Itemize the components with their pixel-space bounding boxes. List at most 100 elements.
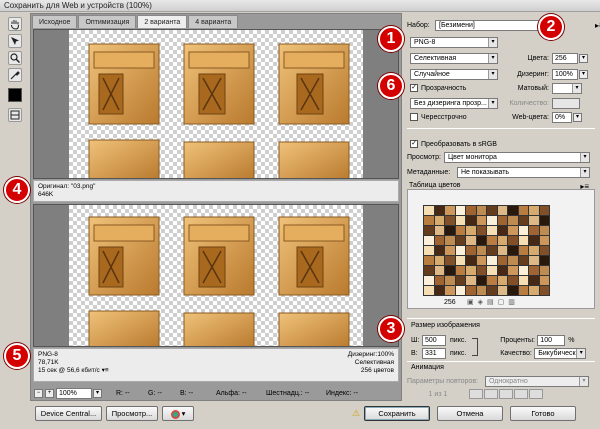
- color-swatch[interactable]: [424, 236, 434, 245]
- color-swatch[interactable]: [487, 256, 497, 265]
- color-swatch[interactable]: [529, 226, 539, 235]
- color-swatch[interactable]: [487, 236, 497, 245]
- srgb-checkbox[interactable]: ✓: [410, 140, 418, 148]
- color-swatch[interactable]: [455, 246, 465, 255]
- color-swatch[interactable]: [518, 216, 528, 225]
- colors-dropdown-arrow[interactable]: ▾: [579, 53, 588, 63]
- color-swatch[interactable]: [508, 226, 518, 235]
- transparency-checkbox[interactable]: ✓: [410, 84, 418, 92]
- color-swatch[interactable]: [518, 236, 528, 245]
- matte-select[interactable]: ▾: [552, 82, 582, 94]
- color-swatch[interactable]: [518, 276, 528, 285]
- zoom-dropdown-arrow[interactable]: ▾: [93, 388, 102, 398]
- eyedropper-color-swatch[interactable]: [8, 88, 22, 102]
- color-swatch[interactable]: [466, 206, 476, 215]
- dither-dropdown-arrow[interactable]: ▾: [579, 69, 588, 79]
- color-swatch[interactable]: [529, 246, 539, 255]
- color-swatch[interactable]: [445, 276, 455, 285]
- color-swatch[interactable]: [487, 246, 497, 255]
- color-swatch[interactable]: [476, 276, 486, 285]
- color-swatch[interactable]: [529, 216, 539, 225]
- color-swatch[interactable]: [445, 236, 455, 245]
- tab-2-up[interactable]: 2 варианта: [137, 15, 188, 28]
- color-swatch[interactable]: [445, 206, 455, 215]
- color-swatch[interactable]: [539, 256, 549, 265]
- download-menu-icon[interactable]: ▾≡: [102, 367, 109, 374]
- color-swatch[interactable]: [476, 286, 486, 295]
- color-swatch[interactable]: [497, 206, 507, 215]
- color-swatch[interactable]: [539, 266, 549, 275]
- color-swatch[interactable]: [539, 236, 549, 245]
- color-swatch[interactable]: [487, 266, 497, 275]
- color-swatch[interactable]: [497, 286, 507, 295]
- color-swatch[interactable]: [445, 246, 455, 255]
- color-swatch[interactable]: [508, 266, 518, 275]
- slice-select-icon[interactable]: [8, 34, 22, 48]
- color-swatch[interactable]: [539, 286, 549, 295]
- color-swatch[interactable]: [434, 216, 444, 225]
- transparency-dither-select[interactable]: Без дизеринга прозр... ▾: [410, 97, 498, 109]
- zoom-in-button[interactable]: +: [45, 388, 54, 398]
- color-swatch[interactable]: [508, 276, 518, 285]
- color-swatch[interactable]: [539, 206, 549, 215]
- color-swatch[interactable]: [508, 236, 518, 245]
- color-swatch[interactable]: [434, 206, 444, 215]
- percent-field[interactable]: 100: [537, 334, 566, 346]
- toggle-slices-icon[interactable]: [8, 108, 22, 122]
- color-swatch[interactable]: [529, 286, 539, 295]
- color-swatch[interactable]: [497, 236, 507, 245]
- color-swatch[interactable]: [466, 226, 476, 235]
- color-swatch[interactable]: [455, 256, 465, 265]
- color-swatch[interactable]: [508, 206, 518, 215]
- color-swatch[interactable]: [466, 286, 476, 295]
- save-button[interactable]: Сохранить: [364, 406, 430, 421]
- dither-field[interactable]: 100%: [552, 68, 578, 80]
- zoom-out-button[interactable]: −: [34, 388, 43, 398]
- color-swatch[interactable]: [466, 276, 476, 285]
- color-swatch[interactable]: [476, 206, 486, 215]
- dither-algorithm-select[interactable]: Случайное ▾: [410, 68, 498, 80]
- color-swatch[interactable]: [487, 286, 497, 295]
- color-swatch[interactable]: [487, 276, 497, 285]
- color-swatch[interactable]: [424, 266, 434, 275]
- color-swatch[interactable]: [476, 256, 486, 265]
- lock-icon[interactable]: ▤: [487, 299, 498, 306]
- color-swatch[interactable]: [508, 286, 518, 295]
- color-swatch[interactable]: [434, 246, 444, 255]
- color-swatch[interactable]: [539, 276, 549, 285]
- color-swatch[interactable]: [424, 206, 434, 215]
- color-swatch[interactable]: [497, 226, 507, 235]
- color-swatch[interactable]: [434, 276, 444, 285]
- color-swatch[interactable]: [518, 266, 528, 275]
- color-swatch[interactable]: [508, 216, 518, 225]
- web-shift-icon[interactable]: ◈: [478, 299, 487, 306]
- preview-in-browser-button[interactable]: Просмотр...: [106, 406, 158, 421]
- colors-field[interactable]: 256: [552, 52, 578, 64]
- color-swatch[interactable]: [424, 256, 434, 265]
- color-swatch[interactable]: [476, 266, 486, 275]
- color-swatch[interactable]: [434, 266, 444, 275]
- color-swatch[interactable]: [539, 246, 549, 255]
- quality-select[interactable]: Бикубическая ▾: [534, 347, 587, 359]
- color-swatch[interactable]: [497, 256, 507, 265]
- color-swatch[interactable]: [529, 206, 539, 215]
- color-swatch[interactable]: [497, 246, 507, 255]
- color-swatch[interactable]: [508, 256, 518, 265]
- color-swatch[interactable]: [466, 256, 476, 265]
- hand-icon[interactable]: [8, 17, 22, 31]
- color-swatch[interactable]: [455, 206, 465, 215]
- cancel-button[interactable]: Отмена: [437, 406, 503, 421]
- color-swatch[interactable]: [497, 276, 507, 285]
- color-swatch[interactable]: [518, 246, 528, 255]
- metadata-select[interactable]: Не показывать ▾: [457, 166, 590, 178]
- color-swatch[interactable]: [466, 216, 476, 225]
- format-select[interactable]: PNG-8 ▾: [410, 36, 498, 48]
- new-color-icon[interactable]: ▢: [498, 299, 509, 306]
- color-swatch-grid[interactable]: [423, 205, 550, 296]
- device-central-button[interactable]: Device Central...: [35, 406, 102, 421]
- color-swatch[interactable]: [529, 276, 539, 285]
- color-swatch[interactable]: [434, 256, 444, 265]
- web-snap-dropdown-arrow[interactable]: ▾: [573, 112, 582, 122]
- color-swatch[interactable]: [539, 216, 549, 225]
- color-swatch[interactable]: [424, 216, 434, 225]
